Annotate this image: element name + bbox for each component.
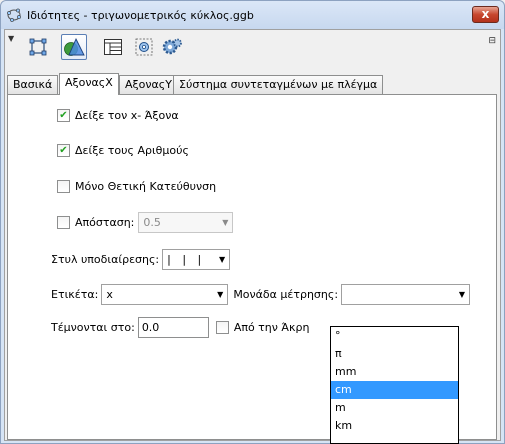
layout-button[interactable] [100,34,126,60]
settings-gear-icon [162,38,182,55]
distance-checkbox[interactable] [57,216,70,229]
tab-strip: Βασικά ΑξοναςX ΑξοναςY Σύστημα συντεταγμ… [7,73,497,95]
geogebra-app-icon [7,8,21,22]
show-axis-label: Δείξε τον x- Άξονα [75,109,179,122]
title-bar[interactable]: Ιδιότητες - τριγωνομετρικός κύκλος.ggb x [1,1,504,29]
chevron-down-icon: ▼ [217,290,224,299]
show-axis-row[interactable]: ✔ Δείξε τον x- Άξονα [57,109,179,122]
close-button[interactable]: x [472,6,499,23]
unit-option[interactable]: mm [331,363,458,381]
menu-arrow-icon[interactable]: ▼ [8,34,14,43]
tick-style-combo[interactable]: | | | ▼ [162,249,231,270]
dock-icon[interactable]: ⊟ [488,36,496,46]
unit-option[interactable]: km [331,417,458,435]
chevron-down-icon: ▼ [458,290,466,299]
grid-settings-button[interactable] [131,34,157,60]
objects-button[interactable] [61,34,87,60]
tab-y-axis[interactable]: ΑξοναςY [119,75,178,94]
x-axis-panel: ✔ Δείξε τον x- Άξονα ✔ Δείξε τους Αριθμο… [7,94,497,444]
unit-option[interactable]: ° [331,327,458,345]
distance-value: 0.5 [143,216,161,229]
unit-combo[interactable]: ▼ [341,284,471,305]
settings-button[interactable] [159,34,185,60]
positive-only-label: Μόνο Θετική Κατεύθυνση [75,180,217,193]
tab-grid[interactable]: Σύστημα συντεταγμένων με πλέγμα [173,75,384,94]
tick-style-value: | | | [167,253,206,266]
from-edge-checkbox[interactable] [215,321,229,334]
from-edge-label: Από την Άκρη [233,321,310,334]
crossing-label: Τέμνονται στο: [51,321,135,334]
tick-style-row: Στυλ υποδιαίρεσης: | | | ▼ [51,249,231,270]
distance-row: Απόσταση: 0.5 ▼ [57,212,234,233]
layout-icon [104,39,122,55]
window-title: Ιδιότητες - τριγωνομετρικός κύκλος.ggb [27,9,254,22]
distance-label: Απόσταση: [75,216,135,229]
tick-style-label: Στυλ υποδιαίρεσης: [51,253,160,266]
crossing-row: Τέμνονται στο: 0.0 Από την Άκρη [51,317,309,338]
label-label: Ετικέτα: [51,288,99,301]
show-numbers-label: Δείξε τους Αριθμούς [75,144,189,157]
unit-option[interactable]: m [331,399,458,417]
unit-dropdown-list: ° π mm cm m km [330,326,459,444]
label-row: Ετικέτα: x ▼ Μονάδα μέτρησης: ▼ [51,284,471,305]
chevron-down-icon: ▼ [222,218,229,227]
show-axis-checkbox[interactable]: ✔ [57,109,70,122]
properties-window: Ιδιότητες - τριγωνομετρικός κύκλος.ggb x… [0,0,505,444]
toolbar: ▼ ⊟ [5,30,500,62]
polygon-object-icon [64,37,85,56]
show-numbers-row[interactable]: ✔ Δείξε τους Αριθμούς [57,144,189,157]
label-value: x [106,288,113,301]
points-icon [29,38,47,56]
dialog-body: ▼ ⊟ Βασικά ΑξοναςX ΑξοναςY Σύστημα συντε… [4,29,501,444]
unit-option[interactable]: π [331,345,458,363]
positive-only-checkbox[interactable] [57,180,70,193]
gear-grid-icon [135,38,153,56]
unit-label: Μονάδα μέτρησης: [233,288,339,301]
crossing-input[interactable]: 0.0 [137,317,209,338]
unit-option-selected[interactable]: cm [331,381,458,399]
tab-basic[interactable]: Βασικά [7,75,59,94]
show-numbers-checkbox[interactable]: ✔ [57,144,70,157]
distance-combo: 0.5 ▼ [138,212,234,233]
positive-only-row[interactable]: Μόνο Θετική Κατεύθυνση [57,180,216,193]
chevron-down-icon: ▼ [218,255,226,264]
tab-x-axis[interactable]: ΑξοναςX [59,73,119,95]
label-combo[interactable]: x ▼ [101,284,229,305]
points-button[interactable] [25,34,51,60]
